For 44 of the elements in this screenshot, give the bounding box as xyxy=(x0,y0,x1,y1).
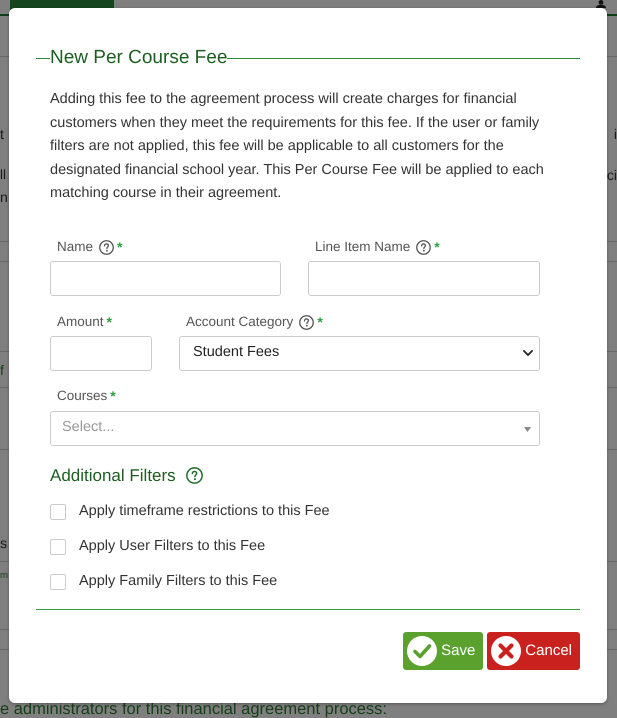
field-label: Account Category xyxy=(186,313,294,332)
help-icon[interactable] xyxy=(416,240,432,255)
partial-link[interactable]: m xyxy=(0,567,8,585)
description-text: Adding this fee to the agreement process will create charges for financial customers when they meet the requirements for this fee. If the user or family filters are not applied, this fee will be applicable to all customers for the designated financial school year. This Per Course Fee will be applied to each matching course in their agreement. xyxy=(50,90,545,203)
select-dropdown[interactable]: Student Fees xyxy=(179,336,540,370)
partial-text: t xyxy=(0,125,4,143)
help-icon[interactable] xyxy=(99,240,114,255)
required-mark: * xyxy=(117,238,122,257)
x-circle-icon xyxy=(491,636,522,666)
checkbox[interactable] xyxy=(50,539,66,555)
partial-text: i xyxy=(614,125,617,143)
checkbox[interactable] xyxy=(50,574,66,590)
required-mark: * xyxy=(110,387,116,406)
help-icon[interactable] xyxy=(186,467,203,484)
help-icon[interactable] xyxy=(299,315,314,330)
chevron-down-icon[interactable] xyxy=(523,350,533,356)
checkbox-label: Apply timeframe restrictions to this Fee xyxy=(79,502,330,522)
section-heading: Additional Filters xyxy=(50,466,176,486)
field-label: Amount xyxy=(57,313,104,332)
check-circle-icon xyxy=(407,636,438,666)
checkbox-label: Apply Family Filters to this Fee xyxy=(79,572,278,592)
caret-down-icon[interactable] xyxy=(524,426,531,432)
field-label: Courses xyxy=(57,387,108,406)
field-label: Line Item Name xyxy=(315,238,410,256)
dialog-title: New Per Course Fee xyxy=(50,46,228,70)
partial-text: s xyxy=(0,534,7,552)
field-label: Name xyxy=(57,238,94,256)
checkbox-label: Apply User Filters to this Fee xyxy=(79,537,266,556)
input-field[interactable] xyxy=(50,336,152,370)
required-mark: * xyxy=(434,238,440,257)
multi-select-field[interactable]: Select... xyxy=(50,410,540,446)
required-mark: * xyxy=(317,313,323,332)
partial-text: ll xyxy=(0,166,6,184)
required-mark: * xyxy=(106,313,112,332)
input-field[interactable] xyxy=(308,260,540,296)
partial-text: n xyxy=(0,188,8,206)
footer-text: e administrators for this financial agreement process: xyxy=(0,700,388,718)
input-field[interactable] xyxy=(50,260,281,296)
save-button[interactable]: Save xyxy=(403,632,484,670)
cancel-button[interactable]: Cancel xyxy=(487,632,580,670)
partial-text: ci xyxy=(606,166,617,184)
checkbox[interactable] xyxy=(50,504,66,520)
person-icon[interactable] xyxy=(596,0,606,8)
partial-link[interactable]: f xyxy=(0,360,4,378)
